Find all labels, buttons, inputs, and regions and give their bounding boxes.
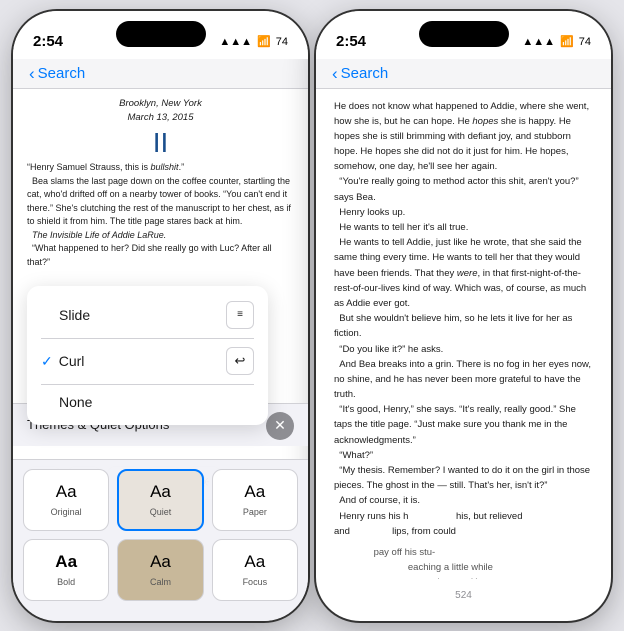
theme-original-label: Original	[51, 507, 82, 517]
theme-paper-aa: Aa	[244, 482, 265, 502]
book-paragraph: “Henry Samuel Strauss, this is bullshit.…	[27, 161, 294, 269]
theme-quiet[interactable]: Aa Quiet	[117, 469, 203, 531]
back-chevron-left: ‹	[29, 65, 35, 82]
theme-calm-label: Calm	[150, 577, 171, 587]
book-header: Brooklyn, New YorkMarch 13, 2015	[27, 97, 294, 126]
none-label: None	[59, 394, 92, 410]
scroll-menu: Slide ≡ ✓ Curl ↩ None	[27, 286, 268, 425]
scroll-item-curl[interactable]: ✓ Curl ↩	[27, 338, 268, 384]
wifi-icon: 📶	[257, 35, 271, 48]
reading-paragraph: He does not know what happened to Addie,…	[334, 99, 593, 539]
scroll-item-none[interactable]: None	[27, 385, 268, 419]
theme-paper-label: Paper	[243, 507, 267, 517]
nav-bar-right: ‹ Search	[316, 59, 611, 89]
slide-label: Slide	[59, 307, 90, 323]
theme-quiet-label: Quiet	[150, 507, 172, 517]
theme-original[interactable]: Aa Original	[23, 469, 109, 531]
right-phone: 2:54 ▲▲▲ 📶 74 ‹ Search He does not know …	[316, 11, 611, 621]
back-chevron-right: ‹	[332, 65, 338, 82]
theme-quiet-aa: Aa	[150, 482, 171, 502]
theme-focus-aa: Aa	[244, 552, 265, 572]
theme-paper[interactable]: Aa Paper	[212, 469, 298, 531]
back-label-right: Search	[341, 65, 389, 82]
theme-bold-aa: Aa	[55, 552, 77, 572]
theme-calm-aa: Aa	[150, 552, 171, 572]
close-button[interactable]: ✕	[266, 412, 294, 440]
time-right: 2:54	[336, 33, 366, 50]
nav-bar-left: ‹ Search	[13, 59, 308, 89]
battery-icon: 74	[276, 36, 288, 48]
theme-grid: Aa Original Aa Quiet Aa Paper Aa Bold Aa…	[13, 463, 308, 621]
battery-icon-right: 74	[579, 36, 591, 48]
status-icons-left: ▲▲▲ 📶 74	[219, 35, 288, 48]
wifi-icon-right: 📶	[560, 35, 574, 48]
theme-bold-label: Bold	[57, 577, 75, 587]
theme-calm[interactable]: Aa Calm	[117, 539, 203, 601]
back-label-left: Search	[38, 65, 86, 82]
signal-icon-right: ▲▲▲	[522, 36, 555, 48]
status-icons-right: ▲▲▲ 📶 74	[522, 35, 591, 48]
curl-check: ✓	[41, 353, 53, 370]
scroll-item-slide[interactable]: Slide ≡	[27, 292, 268, 338]
theme-focus[interactable]: Aa Focus	[212, 539, 298, 601]
theme-focus-label: Focus	[243, 577, 268, 587]
reading-content: He does not know what happened to Addie,…	[316, 89, 611, 579]
curl-label: Curl	[59, 353, 85, 369]
back-button-left[interactable]: ‹ Search	[29, 65, 292, 82]
dynamic-island	[116, 21, 206, 47]
theme-bold[interactable]: Aa Bold	[23, 539, 109, 601]
page-number: 524	[316, 590, 611, 601]
reading-paragraph-2: pay off his stu- eaching a little while …	[334, 545, 593, 579]
chapter-number: II	[27, 129, 294, 157]
signal-icon: ▲▲▲	[219, 36, 252, 48]
back-button-right[interactable]: ‹ Search	[332, 65, 595, 82]
dynamic-island-right	[419, 21, 509, 47]
curl-icon: ↩	[226, 347, 254, 375]
time-left: 2:54	[33, 33, 63, 50]
slide-icon: ≡	[226, 301, 254, 329]
theme-original-aa: Aa	[56, 482, 77, 502]
book-content: Brooklyn, New YorkMarch 13, 2015 II “Hen…	[13, 89, 308, 269]
left-phone: 2:54 ▲▲▲ 📶 74 ‹ Search Brooklyn, New Yor…	[13, 11, 308, 621]
